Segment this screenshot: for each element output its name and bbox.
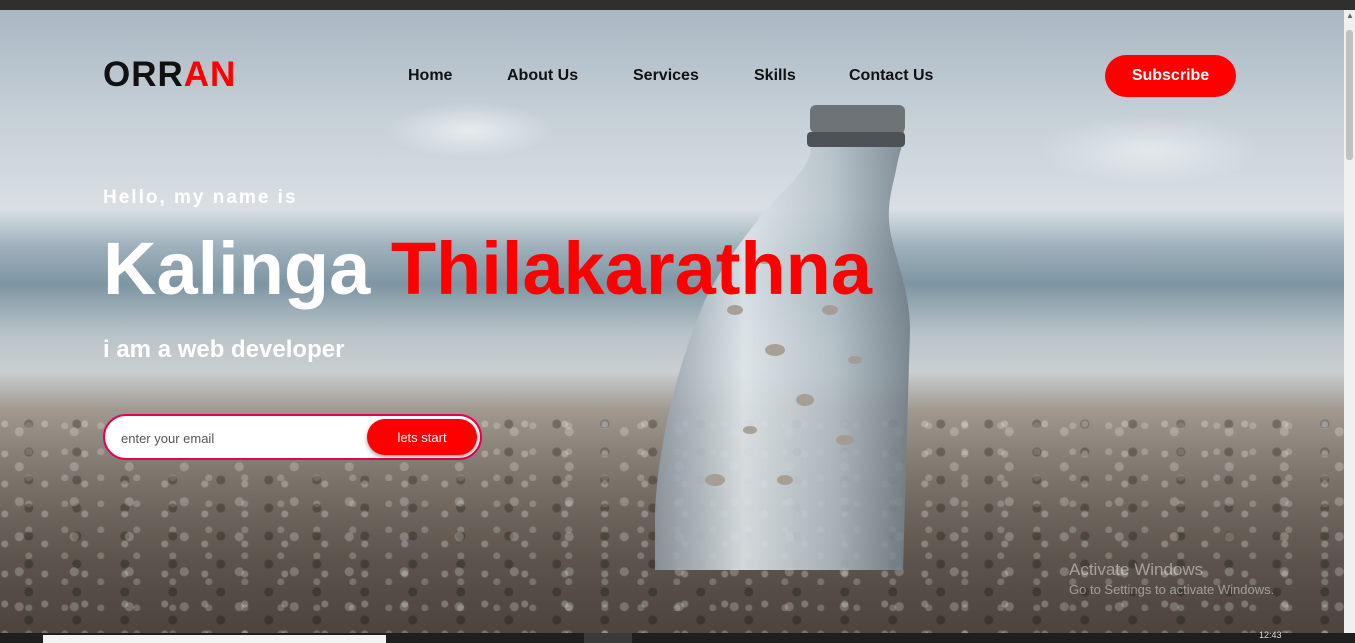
lets-start-button[interactable]: lets start xyxy=(367,419,477,455)
os-taskbar: 12:43 xyxy=(0,630,1355,643)
brand-logo-part1: ORR xyxy=(103,55,184,94)
email-signup-form: lets start xyxy=(103,414,482,460)
hero-greeting: Hello, my name is xyxy=(103,187,298,208)
nav-services[interactable]: Services xyxy=(633,67,699,85)
page-scrollbar[interactable]: ▲ xyxy=(1344,10,1355,633)
scrollbar-thumb[interactable] xyxy=(1346,30,1353,160)
watermark-title: Activate Windows xyxy=(1069,560,1204,579)
watermark-subtitle: Go to Settings to activate Windows. xyxy=(1069,582,1275,597)
nav-home[interactable]: Home xyxy=(408,67,452,85)
subscribe-button[interactable]: Subscribe xyxy=(1105,55,1236,97)
hero-name: Kalinga Thilakarathna xyxy=(103,232,872,306)
taskbar-clock: 12:43 xyxy=(1259,630,1282,640)
taskbar-search-box[interactable] xyxy=(43,635,386,643)
brand-logo[interactable]: ORRAN xyxy=(103,55,236,95)
nav-skills[interactable]: Skills xyxy=(754,67,796,85)
brand-logo-part2: AN xyxy=(183,55,237,94)
email-input[interactable] xyxy=(119,426,363,450)
triangle-up-icon[interactable]: ▲ xyxy=(1346,12,1354,20)
taskbar-app-button[interactable] xyxy=(584,633,632,643)
hero-section: ORRAN Home About Us Services Skills Cont… xyxy=(0,10,1344,633)
hero-role: i am a web developer xyxy=(103,336,345,363)
bottle-image xyxy=(655,105,910,570)
hero-first-name: Kalinga xyxy=(103,227,371,310)
browser-top-strip xyxy=(0,0,1355,10)
hero-last-name: Thilakarathna xyxy=(390,227,872,310)
nav-contact-us[interactable]: Contact Us xyxy=(849,67,933,85)
activate-windows-watermark: Activate Windows Go to Settings to activ… xyxy=(1069,560,1274,597)
nav-about-us[interactable]: About Us xyxy=(507,67,578,85)
